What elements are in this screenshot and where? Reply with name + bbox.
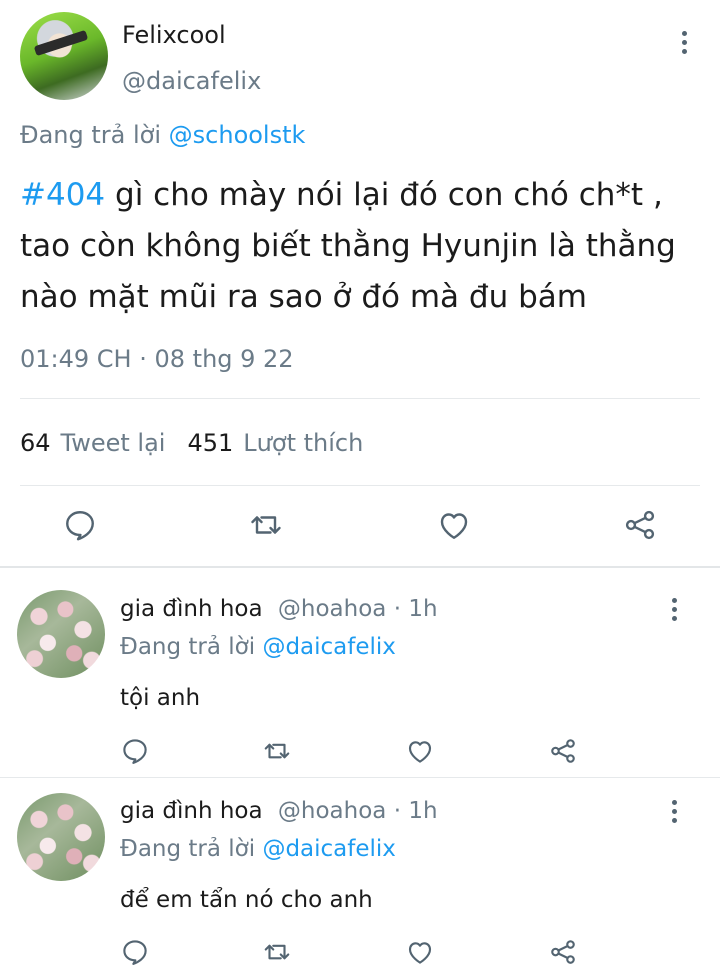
reply-handle[interactable]: @hoahoa xyxy=(278,798,387,824)
reply-icon[interactable] xyxy=(120,736,150,766)
tweet-timestamp[interactable]: 01:49 CH · 08 thg 9 22 xyxy=(20,343,294,375)
share-icon[interactable] xyxy=(622,507,658,543)
tweet-body: gì cho mày nói lại đó con chó ch*t , tao… xyxy=(20,177,676,315)
engagement-stats: 64 Tweet lại 451 Lượt thích xyxy=(20,426,385,460)
reply-avatar[interactable] xyxy=(17,793,105,881)
reply-header: gia đình hoa @hoahoa · 1h xyxy=(120,797,438,825)
author-avatar[interactable] xyxy=(20,12,108,100)
likes-count[interactable]: 451 xyxy=(187,426,233,460)
replying-prefix: Đang trả lời xyxy=(120,836,256,862)
more-options-icon[interactable] xyxy=(680,31,688,54)
replying-prefix: Đang trả lời xyxy=(120,634,256,660)
reply-icon[interactable] xyxy=(120,937,150,967)
replying-to-line: Đang trả lời @daicafelix xyxy=(120,633,396,661)
replying-prefix: Đang trả lời xyxy=(20,121,162,149)
replying-to-line: Đang trả lời @schoolstk xyxy=(20,120,305,150)
retweet-icon[interactable] xyxy=(261,736,293,766)
retweets-label[interactable]: Tweet lại xyxy=(61,426,166,460)
retweets-count[interactable]: 64 xyxy=(20,426,51,460)
tweet-text: #404 gì cho mày nói lại đó con chó ch*t … xyxy=(20,170,700,323)
reply-display-name[interactable]: gia đình hoa xyxy=(120,798,263,824)
reply-more-icon[interactable] xyxy=(670,800,678,823)
reply-text: để em tẩn nó cho anh xyxy=(120,887,373,913)
replying-to-link[interactable]: @schoolstk xyxy=(169,121,306,149)
reply-display-name[interactable]: gia đình hoa xyxy=(120,596,263,622)
share-icon[interactable] xyxy=(548,736,578,766)
reply-avatar[interactable] xyxy=(17,590,105,678)
reply-icon[interactable] xyxy=(62,507,98,543)
author-handle[interactable]: @daicafelix xyxy=(122,66,261,96)
reply-header: gia đình hoa @hoahoa · 1h xyxy=(120,595,438,623)
likes-label[interactable]: Lượt thích xyxy=(243,426,363,460)
reply-handle[interactable]: @hoahoa xyxy=(278,596,387,622)
like-icon[interactable] xyxy=(405,736,435,766)
reply-time[interactable]: · 1h xyxy=(394,596,438,622)
hashtag-link[interactable]: #404 xyxy=(20,177,105,213)
retweet-icon[interactable] xyxy=(261,937,293,967)
replying-to-line: Đang trả lời @daicafelix xyxy=(120,835,396,863)
like-icon[interactable] xyxy=(436,507,472,543)
replying-to-link[interactable]: @daicafelix xyxy=(262,634,395,660)
section-divider xyxy=(0,566,720,568)
author-display-name[interactable]: Felixcool xyxy=(122,20,226,50)
reply-text: tội anh xyxy=(120,685,201,711)
reply-divider xyxy=(0,777,720,778)
like-icon[interactable] xyxy=(405,937,435,967)
retweet-icon[interactable] xyxy=(247,507,285,543)
divider xyxy=(20,398,700,399)
share-icon[interactable] xyxy=(548,937,578,967)
replying-to-link[interactable]: @daicafelix xyxy=(262,836,395,862)
reply-more-icon[interactable] xyxy=(670,598,678,621)
reply-time[interactable]: · 1h xyxy=(394,798,438,824)
divider xyxy=(20,485,700,486)
